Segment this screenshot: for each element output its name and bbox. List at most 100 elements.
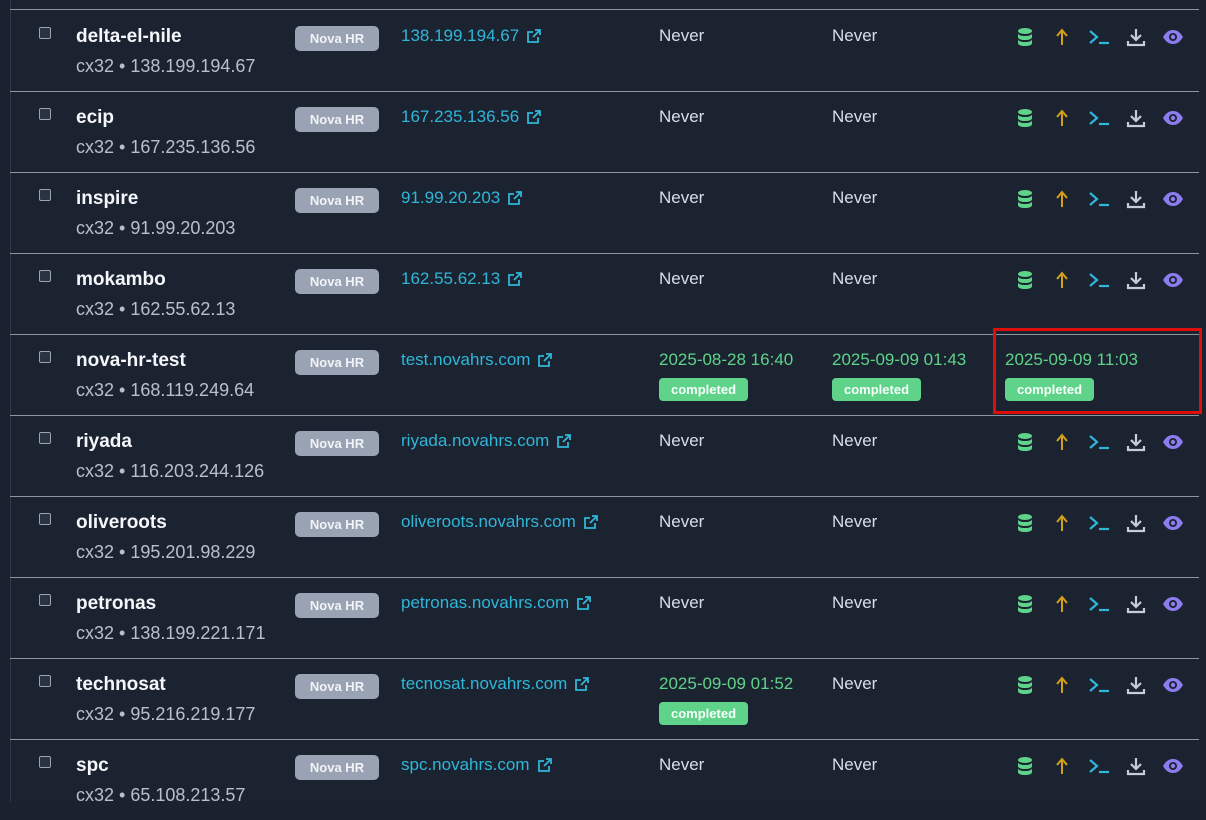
arrow-up-icon[interactable] (1051, 755, 1073, 777)
database-icon[interactable] (1014, 269, 1036, 291)
server-link[interactable]: 162.55.62.13 (401, 269, 523, 291)
terminal-icon[interactable] (1088, 26, 1110, 48)
last-deploy: 2025-09-09 11:03 completed (1005, 350, 1138, 401)
eye-icon[interactable] (1162, 512, 1184, 534)
server-link[interactable]: riyada.novahrs.com (401, 431, 572, 453)
external-link-icon (538, 352, 553, 372)
last-backup: Never (659, 755, 705, 774)
project-tag: Nova HR (295, 512, 379, 537)
last-update: Never (832, 512, 878, 531)
arrow-up-icon[interactable] (1051, 431, 1073, 453)
eye-icon[interactable] (1162, 26, 1184, 48)
server-link[interactable]: 167.235.136.56 (401, 107, 542, 129)
row-checkbox[interactable] (39, 756, 51, 768)
row-actions (1014, 512, 1199, 534)
table-row: petronas cx32 • 138.199.221.171 Nova HR … (10, 577, 1199, 659)
download-icon[interactable] (1125, 674, 1147, 696)
server-link[interactable]: 91.99.20.203 (401, 188, 523, 210)
server-link[interactable]: test.novahrs.com (401, 350, 553, 372)
download-icon[interactable] (1125, 269, 1147, 291)
database-icon[interactable] (1014, 593, 1036, 615)
row-checkbox[interactable] (39, 513, 51, 525)
last-backup: Never (659, 188, 705, 207)
row-checkbox[interactable] (39, 27, 51, 39)
row-checkbox[interactable] (39, 189, 51, 201)
eye-icon[interactable] (1162, 188, 1184, 210)
server-link[interactable]: petronas.novahrs.com (401, 593, 592, 615)
project-tag: Nova HR (295, 107, 379, 132)
row-checkbox[interactable] (39, 432, 51, 444)
server-details: cx32 • 162.55.62.13 (76, 299, 236, 319)
status-badge: completed (659, 702, 749, 725)
external-link-icon (508, 271, 523, 291)
terminal-icon[interactable] (1088, 674, 1110, 696)
server-name: ecip (76, 107, 115, 128)
arrow-up-icon[interactable] (1051, 269, 1073, 291)
row-checkbox[interactable] (39, 270, 51, 282)
row-actions (1014, 431, 1199, 453)
database-icon[interactable] (1014, 188, 1036, 210)
last-update: Never (832, 269, 878, 288)
project-tag: Nova HR (295, 26, 379, 51)
row-checkbox[interactable] (39, 675, 51, 687)
eye-icon[interactable] (1162, 269, 1184, 291)
terminal-icon[interactable] (1088, 512, 1110, 534)
external-link-icon (583, 514, 598, 534)
row-checkbox[interactable] (39, 351, 51, 363)
database-icon[interactable] (1014, 431, 1036, 453)
terminal-icon[interactable] (1088, 188, 1110, 210)
terminal-icon[interactable] (1088, 431, 1110, 453)
last-update: Never (832, 107, 878, 126)
arrow-up-icon[interactable] (1051, 26, 1073, 48)
status-badge: completed (832, 378, 922, 401)
terminal-icon[interactable] (1088, 269, 1110, 291)
server-link[interactable]: spc.novahrs.com (401, 755, 552, 777)
arrow-up-icon[interactable] (1051, 188, 1073, 210)
download-icon[interactable] (1125, 593, 1147, 615)
last-update: Never (832, 431, 878, 450)
server-name: technosat (76, 674, 166, 695)
table-row: mokambo cx32 • 162.55.62.13 Nova HR 162.… (10, 253, 1199, 335)
database-icon[interactable] (1014, 26, 1036, 48)
project-tag: Nova HR (295, 674, 379, 699)
terminal-icon[interactable] (1088, 755, 1110, 777)
download-icon[interactable] (1125, 188, 1147, 210)
last-backup: 2025-08-28 16:40 completed (659, 350, 793, 401)
arrow-up-icon[interactable] (1051, 593, 1073, 615)
table-row: nova-hr-test cx32 • 168.119.249.64 Nova … (10, 334, 1199, 416)
database-icon[interactable] (1014, 512, 1036, 534)
row-actions (1014, 269, 1199, 291)
arrow-up-icon[interactable] (1051, 107, 1073, 129)
project-tag: Nova HR (295, 593, 379, 618)
eye-icon[interactable] (1162, 593, 1184, 615)
row-checkbox[interactable] (39, 108, 51, 120)
server-link[interactable]: tecnosat.novahrs.com (401, 674, 590, 696)
download-icon[interactable] (1125, 512, 1147, 534)
download-icon[interactable] (1125, 26, 1147, 48)
arrow-up-icon[interactable] (1051, 512, 1073, 534)
download-icon[interactable] (1125, 755, 1147, 777)
last-backup-time: 2025-09-09 01:52 (659, 674, 794, 693)
last-update: 2025-09-09 01:43 completed (832, 350, 966, 401)
server-name: riyada (76, 431, 132, 452)
server-name: delta-el-nile (76, 26, 182, 47)
download-icon[interactable] (1125, 431, 1147, 453)
database-icon[interactable] (1014, 674, 1036, 696)
eye-icon[interactable] (1162, 755, 1184, 777)
server-link[interactable]: 138.199.194.67 (401, 26, 542, 48)
row-actions (1014, 26, 1199, 48)
terminal-icon[interactable] (1088, 593, 1110, 615)
download-icon[interactable] (1125, 107, 1147, 129)
table-row: spc cx32 • 65.108.213.57 Nova HR spc.nov… (10, 739, 1199, 820)
database-icon[interactable] (1014, 755, 1036, 777)
eye-icon[interactable] (1162, 431, 1184, 453)
last-backup: Never (659, 512, 705, 531)
eye-icon[interactable] (1162, 674, 1184, 696)
eye-icon[interactable] (1162, 107, 1184, 129)
terminal-icon[interactable] (1088, 107, 1110, 129)
database-icon[interactable] (1014, 107, 1036, 129)
arrow-up-icon[interactable] (1051, 674, 1073, 696)
server-link[interactable]: oliveroots.novahrs.com (401, 512, 598, 534)
project-tag: Nova HR (295, 755, 379, 780)
row-checkbox[interactable] (39, 594, 51, 606)
